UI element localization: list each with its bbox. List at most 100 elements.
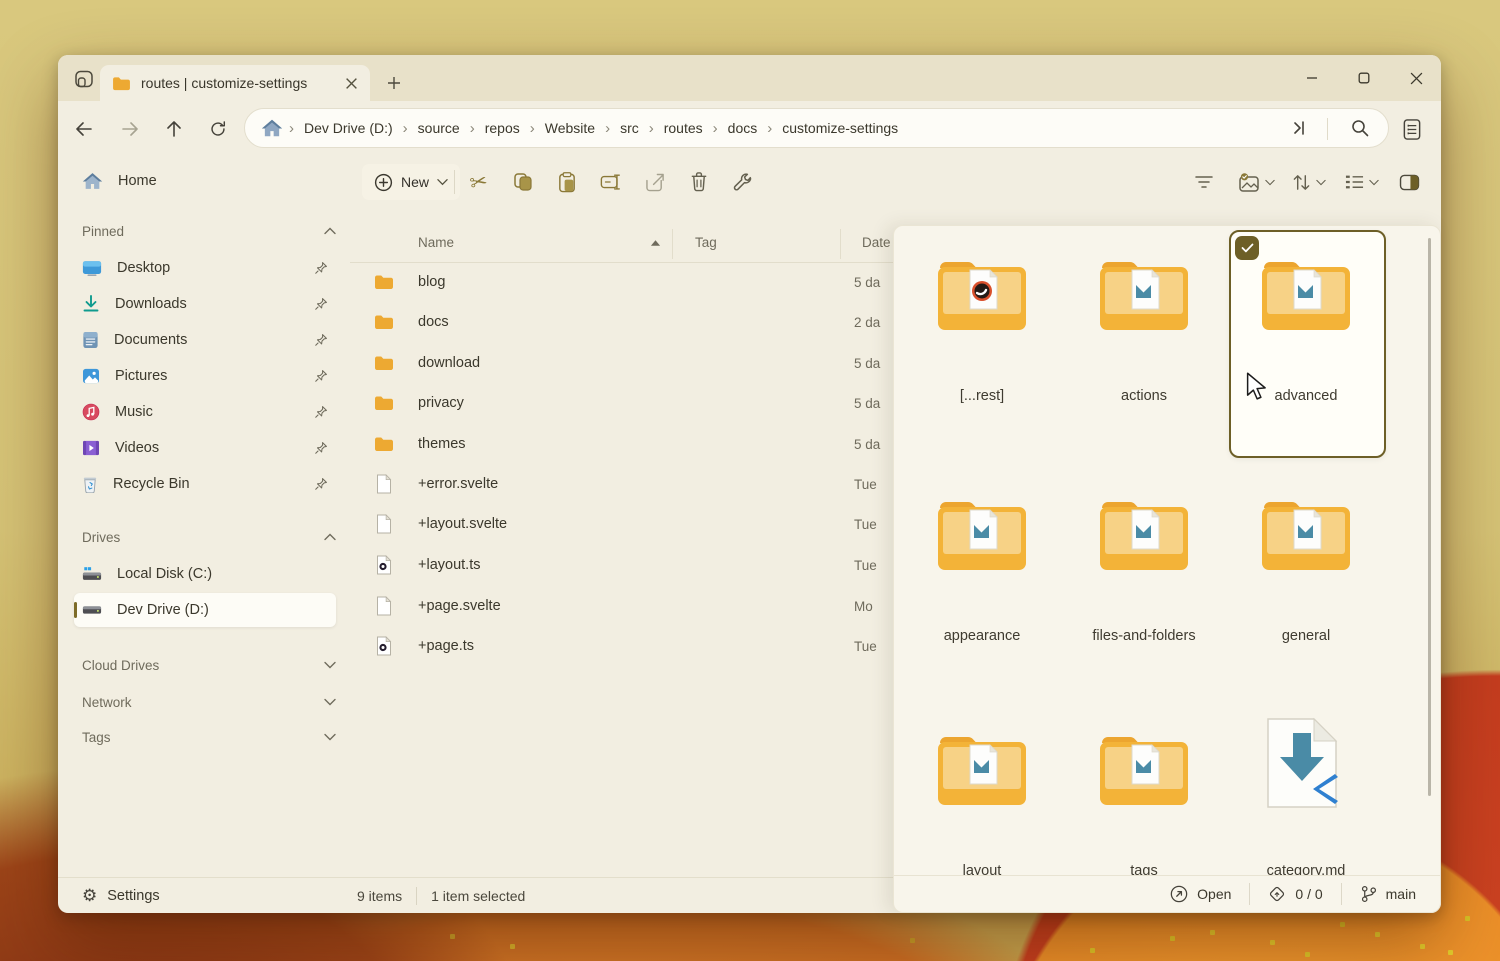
typescript-file-icon: [376, 555, 396, 575]
chevron-up-icon[interactable]: [324, 227, 336, 235]
tab-title: routes | customize-settings: [141, 75, 345, 91]
videos-icon: [82, 440, 100, 456]
home-icon[interactable]: [261, 118, 283, 138]
pin-icon[interactable]: [314, 369, 328, 383]
breadcrumb-website[interactable]: Website: [537, 116, 603, 140]
grid-item-category-md[interactable]: category.md: [1231, 723, 1381, 876]
details-pane-button[interactable]: [1396, 114, 1428, 144]
tab-routes-customize-settings[interactable]: routes | customize-settings: [100, 65, 370, 101]
settings-button[interactable]: ⚙ Settings: [82, 886, 322, 906]
file-date: Tue: [854, 477, 877, 492]
sidebar-toggle-button[interactable]: [70, 66, 98, 92]
chevron-down-icon[interactable]: [324, 733, 336, 741]
group-by-button[interactable]: [1230, 165, 1282, 199]
minimize-button[interactable]: [1290, 63, 1334, 93]
delete-button[interactable]: [682, 165, 716, 199]
folder-icon: [1258, 258, 1354, 336]
pin-icon[interactable]: [314, 333, 328, 347]
paste-button[interactable]: [550, 165, 584, 199]
chevron-down-icon[interactable]: [324, 698, 336, 706]
sidebar-section-drives[interactable]: Drives: [82, 525, 336, 549]
grid-item-advanced[interactable]: advanced: [1231, 248, 1381, 458]
filter-button[interactable]: [1187, 165, 1221, 199]
breadcrumb-repos[interactable]: repos: [477, 116, 528, 140]
chevron-up-icon[interactable]: [324, 533, 336, 541]
sidebar-item-label: Dev Drive (D:): [117, 602, 328, 618]
sidebar-section-tags[interactable]: Tags: [82, 722, 336, 752]
grid-item-appearance[interactable]: appearance: [907, 488, 1057, 698]
sidebar-item-local-disk-c[interactable]: Local Disk (C:): [74, 557, 336, 591]
cut-icon: ✂: [468, 168, 490, 196]
cursor-arrow-icon: [1244, 372, 1270, 402]
properties-button[interactable]: [726, 165, 760, 199]
grid-item-tags[interactable]: tags: [1069, 723, 1219, 876]
sidebar-section-network[interactable]: Network: [82, 687, 336, 717]
refresh-button[interactable]: [202, 114, 234, 144]
sidebar-item-videos[interactable]: Videos: [74, 431, 336, 465]
new-tab-button[interactable]: [380, 70, 408, 96]
go-to-end-button[interactable]: [1288, 118, 1308, 143]
column-divider[interactable]: [672, 229, 673, 259]
titlebar[interactable]: routes | customize-settings: [58, 55, 1441, 101]
sort-button[interactable]: [1284, 165, 1334, 199]
close-tab-icon[interactable]: [345, 77, 358, 90]
column-header-name[interactable]: Name: [418, 235, 454, 250]
open-button[interactable]: Open: [1152, 883, 1249, 905]
forward-button[interactable]: [114, 114, 146, 144]
grid-item-rest[interactable]: [...rest]: [907, 248, 1057, 458]
layout-view-button[interactable]: [1336, 165, 1388, 199]
chevron-down-icon[interactable]: [324, 661, 336, 669]
sidebar-item-dev-drive-d[interactable]: Dev Drive (D:): [74, 593, 336, 627]
sidebar-item-downloads[interactable]: Downloads: [74, 287, 336, 321]
back-button[interactable]: [68, 114, 100, 144]
maximize-button[interactable]: [1342, 63, 1386, 93]
sidebar-item-recycle-bin[interactable]: Recycle Bin: [74, 467, 336, 501]
close-window-button[interactable]: [1394, 63, 1438, 93]
column-header-tag[interactable]: Tag: [695, 235, 717, 250]
sidebar-item-documents[interactable]: Documents: [74, 323, 336, 357]
sidebar-section-pinned[interactable]: Pinned: [82, 219, 336, 243]
sidebar-item-pictures[interactable]: Pictures: [74, 359, 336, 393]
cut-button[interactable]: ✂: [462, 165, 496, 199]
copy-button[interactable]: [506, 165, 540, 199]
pin-icon[interactable]: [314, 441, 328, 455]
pin-icon[interactable]: [314, 297, 328, 311]
breadcrumb-docs[interactable]: docs: [720, 116, 766, 140]
mouse-cursor: [1244, 372, 1270, 407]
grid-item-actions[interactable]: actions: [1069, 248, 1219, 458]
breadcrumb-separator: ›: [647, 120, 656, 137]
wallpaper-speckles: [1210, 930, 1215, 935]
sidebar-item-desktop[interactable]: Desktop: [74, 251, 336, 285]
sidebar-section-cloud-drives[interactable]: Cloud Drives: [82, 650, 336, 680]
breadcrumb-separator: ›: [468, 120, 477, 137]
new-button[interactable]: New: [362, 164, 460, 200]
breadcrumb-source[interactable]: source: [410, 116, 468, 140]
breadcrumb-routes[interactable]: routes: [656, 116, 711, 140]
grid-item-files-and-folders[interactable]: files-and-folders: [1069, 488, 1219, 698]
git-sync-status[interactable]: 0 / 0: [1249, 883, 1340, 905]
breadcrumb-bar[interactable]: › Dev Drive (D:) › source › repos › Webs…: [244, 108, 1389, 148]
grid-status-bar: Open 0 / 0 main: [894, 875, 1440, 912]
sidebar-item-music[interactable]: Music: [74, 395, 336, 429]
git-branch-status[interactable]: main: [1341, 883, 1434, 905]
pin-icon[interactable]: [314, 477, 328, 491]
sidebar-item-home[interactable]: Home: [74, 164, 336, 198]
pin-icon[interactable]: [314, 261, 328, 275]
grid-scrollbar[interactable]: [1428, 238, 1431, 796]
grid-item-layout[interactable]: layout: [907, 723, 1057, 876]
preview-pane-toggle[interactable]: [1392, 165, 1426, 199]
breadcrumb-dev-drive[interactable]: Dev Drive (D:): [296, 116, 401, 140]
selection-count: 1 item selected: [431, 888, 525, 904]
breadcrumb-customize-settings[interactable]: customize-settings: [774, 116, 906, 140]
column-divider[interactable]: [840, 229, 841, 259]
grid-item-general[interactable]: general: [1231, 488, 1381, 698]
column-header-date[interactable]: Date: [862, 235, 891, 250]
pin-icon[interactable]: [314, 405, 328, 419]
selection-checkbox[interactable]: [1235, 236, 1259, 260]
rename-button[interactable]: [594, 165, 628, 199]
search-button[interactable]: [1350, 118, 1370, 143]
up-button[interactable]: [158, 114, 190, 144]
breadcrumb-src[interactable]: src: [612, 116, 647, 140]
file-date: Mo: [854, 599, 873, 614]
share-button[interactable]: [638, 165, 672, 199]
